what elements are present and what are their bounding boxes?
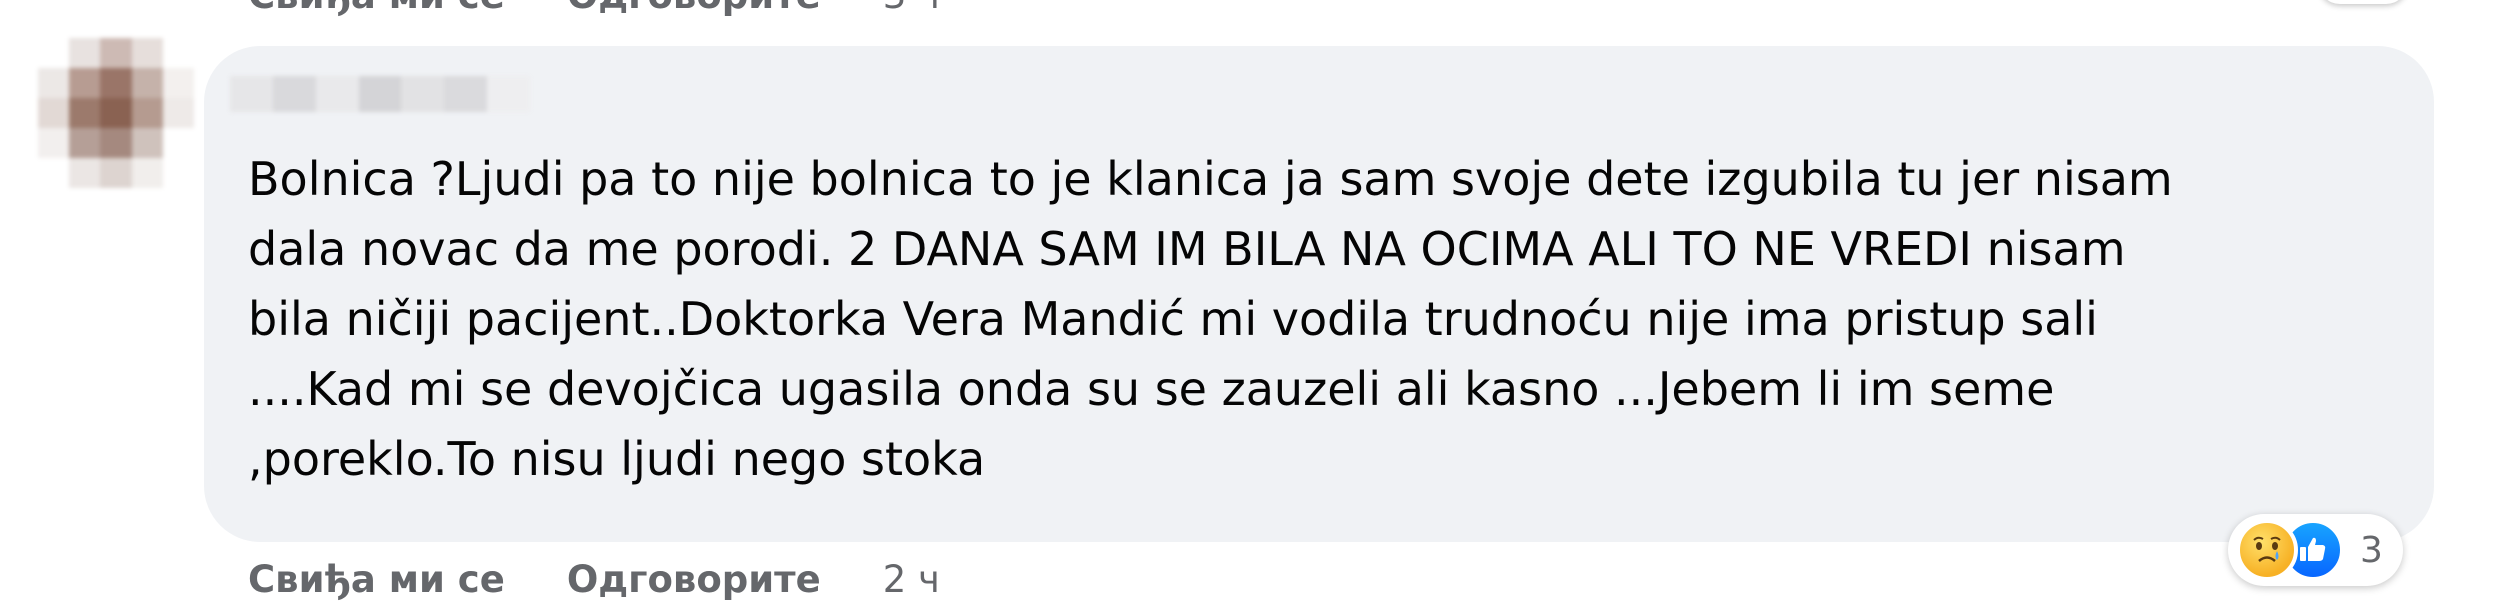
previous-reactions-chip[interactable] <box>2318 0 2408 4</box>
comment-text: Bolnica ?Ljudi pa to nije bolnica to je … <box>248 152 2173 486</box>
previous-reply-button[interactable]: Одговорите <box>567 0 821 17</box>
author-name[interactable] <box>230 76 531 112</box>
avatar[interactable] <box>38 38 194 188</box>
comment-timestamp[interactable]: 2 ч <box>883 558 940 601</box>
comment-actions: Свиђа ми се Одговорите 2 ч <box>248 558 940 601</box>
reactions-chip[interactable]: 3 <box>2228 514 2403 586</box>
sad-icon <box>2236 519 2298 581</box>
previous-comment-actions: Свиђа ми се Одговорите 3 ч <box>248 0 940 17</box>
reply-button[interactable]: Одговорите <box>567 558 821 601</box>
previous-like-button[interactable]: Свиђа ми се <box>248 0 505 17</box>
reaction-count: 3 <box>2360 529 2383 571</box>
like-button[interactable]: Свиђа ми се <box>248 558 505 601</box>
previous-timestamp[interactable]: 3 ч <box>883 0 940 17</box>
comment-thread: Свиђа ми се Одговорите 3 ч Bolnica ?Ljud… <box>0 0 2500 610</box>
